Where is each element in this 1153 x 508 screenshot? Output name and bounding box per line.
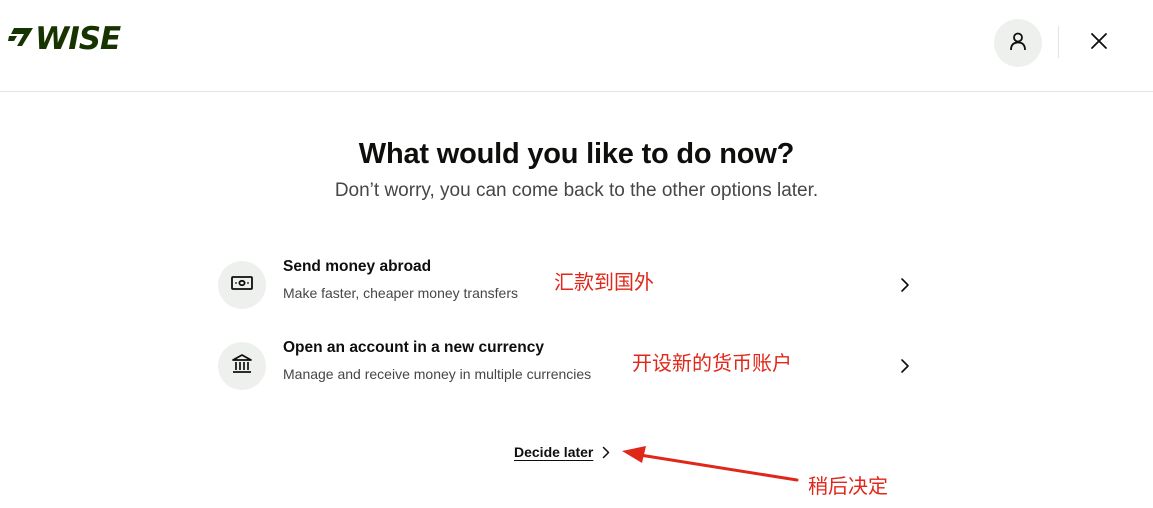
decide-later-label: Decide later bbox=[514, 444, 594, 460]
annotation-open-account: 开设新的货币账户 bbox=[632, 353, 792, 375]
open-account-option[interactable]: Open an account in a new currency Manage… bbox=[216, 336, 916, 396]
chevron-right-icon bbox=[898, 357, 912, 375]
chevron-right-icon bbox=[898, 276, 912, 294]
decide-later-link[interactable]: Decide later bbox=[514, 441, 610, 463]
wise-wordmark: WISE bbox=[35, 21, 121, 57]
send-money-icon-container bbox=[218, 261, 266, 309]
open-account-title: Open an account in a new currency bbox=[283, 339, 544, 356]
open-account-description: Manage and receive money in multiple cur… bbox=[283, 366, 592, 382]
chevron-right-icon bbox=[602, 446, 610, 459]
send-money-title: Send money abroad bbox=[283, 258, 432, 275]
header-divider bbox=[1058, 26, 1059, 58]
page-title: What would you like to do now? bbox=[358, 138, 795, 170]
send-money-description: Make faster, cheaper money transfers bbox=[283, 285, 518, 301]
close-icon bbox=[1090, 32, 1108, 55]
wise-logo[interactable]: WISE bbox=[8, 21, 121, 57]
open-account-icon-container bbox=[218, 342, 266, 390]
banknote-icon bbox=[231, 275, 253, 296]
page-subtitle: Don’t worry, you can come back to the ot… bbox=[334, 180, 819, 201]
annotation-decide-later: 稍后决定 bbox=[808, 476, 888, 498]
bank-icon bbox=[231, 353, 253, 380]
top-bar: WISE bbox=[0, 0, 1153, 92]
user-icon bbox=[1008, 31, 1028, 56]
annotation-send-money: 汇款到国外 bbox=[554, 272, 654, 294]
profile-button[interactable] bbox=[994, 19, 1042, 67]
wise-flag-icon bbox=[8, 27, 34, 52]
close-button[interactable] bbox=[1083, 27, 1115, 59]
